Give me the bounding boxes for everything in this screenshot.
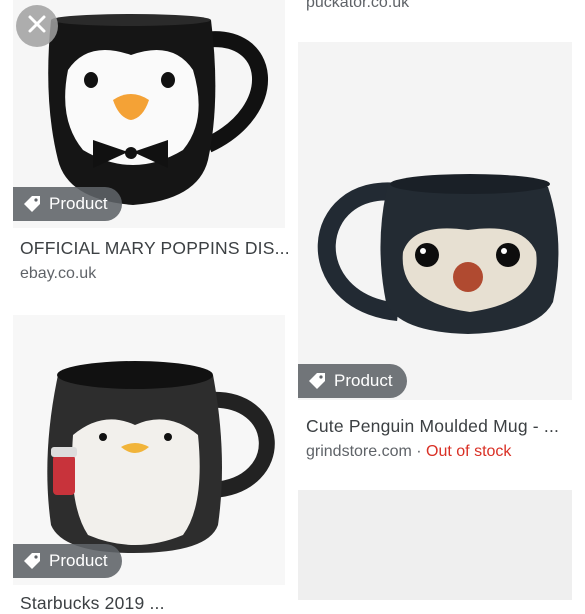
product-badge-1: Product — [13, 187, 122, 221]
close-button[interactable] — [16, 5, 58, 47]
result-title-2[interactable]: Cute Penguin Moulded Mug - ... — [306, 416, 559, 437]
product-badge-3: Product — [13, 544, 122, 578]
tag-icon — [308, 372, 326, 390]
source-separator: · — [411, 443, 427, 460]
tag-icon — [23, 552, 41, 570]
tag-icon — [23, 195, 41, 213]
product-badge-2: Product — [298, 364, 407, 398]
out-of-stock-label: Out of stock — [426, 443, 512, 460]
result-title-1[interactable]: OFFICIAL MARY POPPINS DIS... — [20, 238, 290, 259]
product-badge-label: Product — [49, 551, 108, 570]
top-source-text[interactable]: puckator.co.uk — [306, 0, 409, 12]
product-badge-label: Product — [334, 371, 393, 390]
product-badge-label: Product — [49, 194, 108, 213]
result-image-2[interactable] — [298, 42, 572, 400]
result-title-3[interactable]: Starbucks 2019 ... — [20, 593, 165, 614]
result-image-4[interactable] — [298, 490, 572, 600]
close-icon — [27, 14, 47, 39]
result-source-1[interactable]: ebay.co.uk — [20, 265, 96, 283]
result-source-domain: grindstore.com — [306, 443, 412, 460]
result-source-2[interactable]: grindstore.com · Out of stock — [306, 443, 511, 461]
